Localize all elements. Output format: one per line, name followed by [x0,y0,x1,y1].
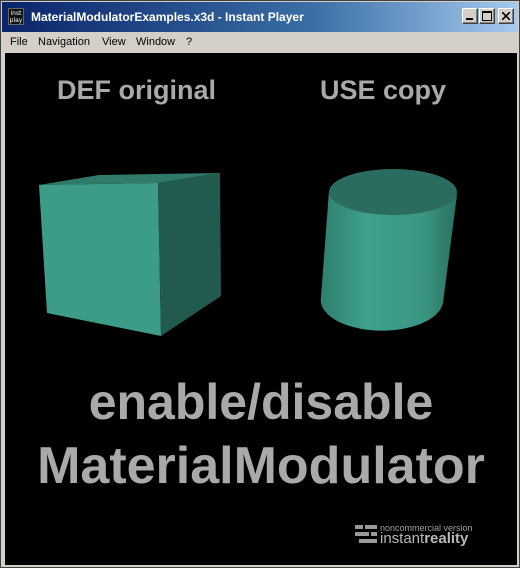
close-button[interactable] [498,8,514,24]
minimize-button[interactable] [462,8,478,24]
instantreality-logo-icon [355,525,377,543]
def-original-label: DEF original [57,75,217,105]
app-window: inst play MaterialModulatorExamples.x3d … [0,0,520,568]
brand-bold-text: reality [424,530,469,547]
cylinder-shape[interactable] [317,167,457,337]
close-icon [502,12,510,20]
menu-help[interactable]: ? [186,35,192,49]
cube-shape[interactable] [35,171,225,341]
maximize-button[interactable] [479,8,495,24]
caption-enable-disable: enable/disable [88,374,434,430]
menu-bar: File Navigation View Window ? [2,32,518,52]
menu-file[interactable]: File [10,35,28,49]
title-bar[interactable]: inst play MaterialModulatorExamples.x3d … [2,2,518,32]
3d-viewport[interactable]: DEF original USE copy enable/disable Mat… [5,53,517,565]
menu-view[interactable]: View [102,35,126,49]
brand-light-text: instant [380,530,425,547]
caption-material-modulator: MaterialModulator [37,437,485,495]
menu-navigation[interactable]: Navigation [38,35,90,49]
window-title: MaterialModulatorExamples.x3d - Instant … [31,10,304,24]
use-copy-label: USE copy [320,75,447,105]
menu-window[interactable]: Window [136,35,175,49]
instant-player-app-icon[interactable]: inst play [8,8,24,25]
instantreality-brand: instantreality [380,530,468,548]
